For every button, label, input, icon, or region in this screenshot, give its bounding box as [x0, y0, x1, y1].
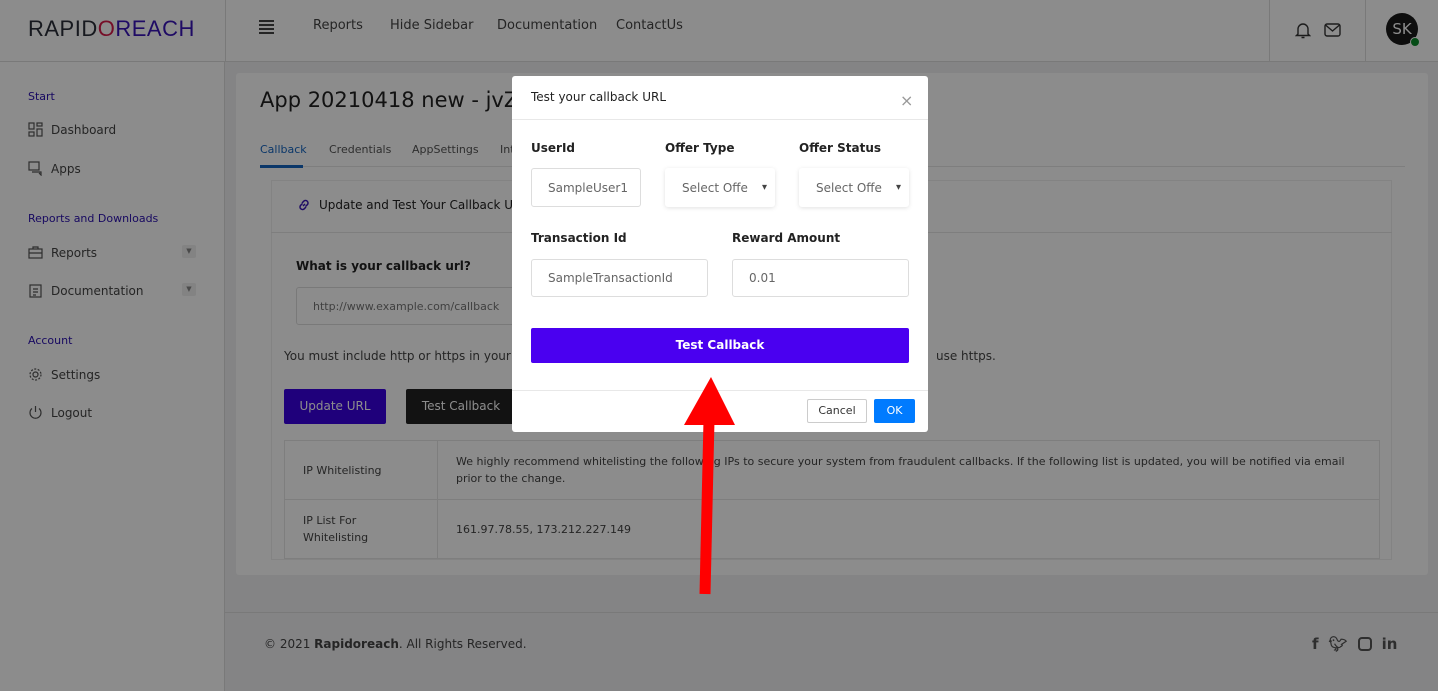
arrow-shaft	[699, 419, 715, 595]
arrow-head	[684, 377, 735, 425]
red-arrow-annotation	[684, 377, 735, 595]
